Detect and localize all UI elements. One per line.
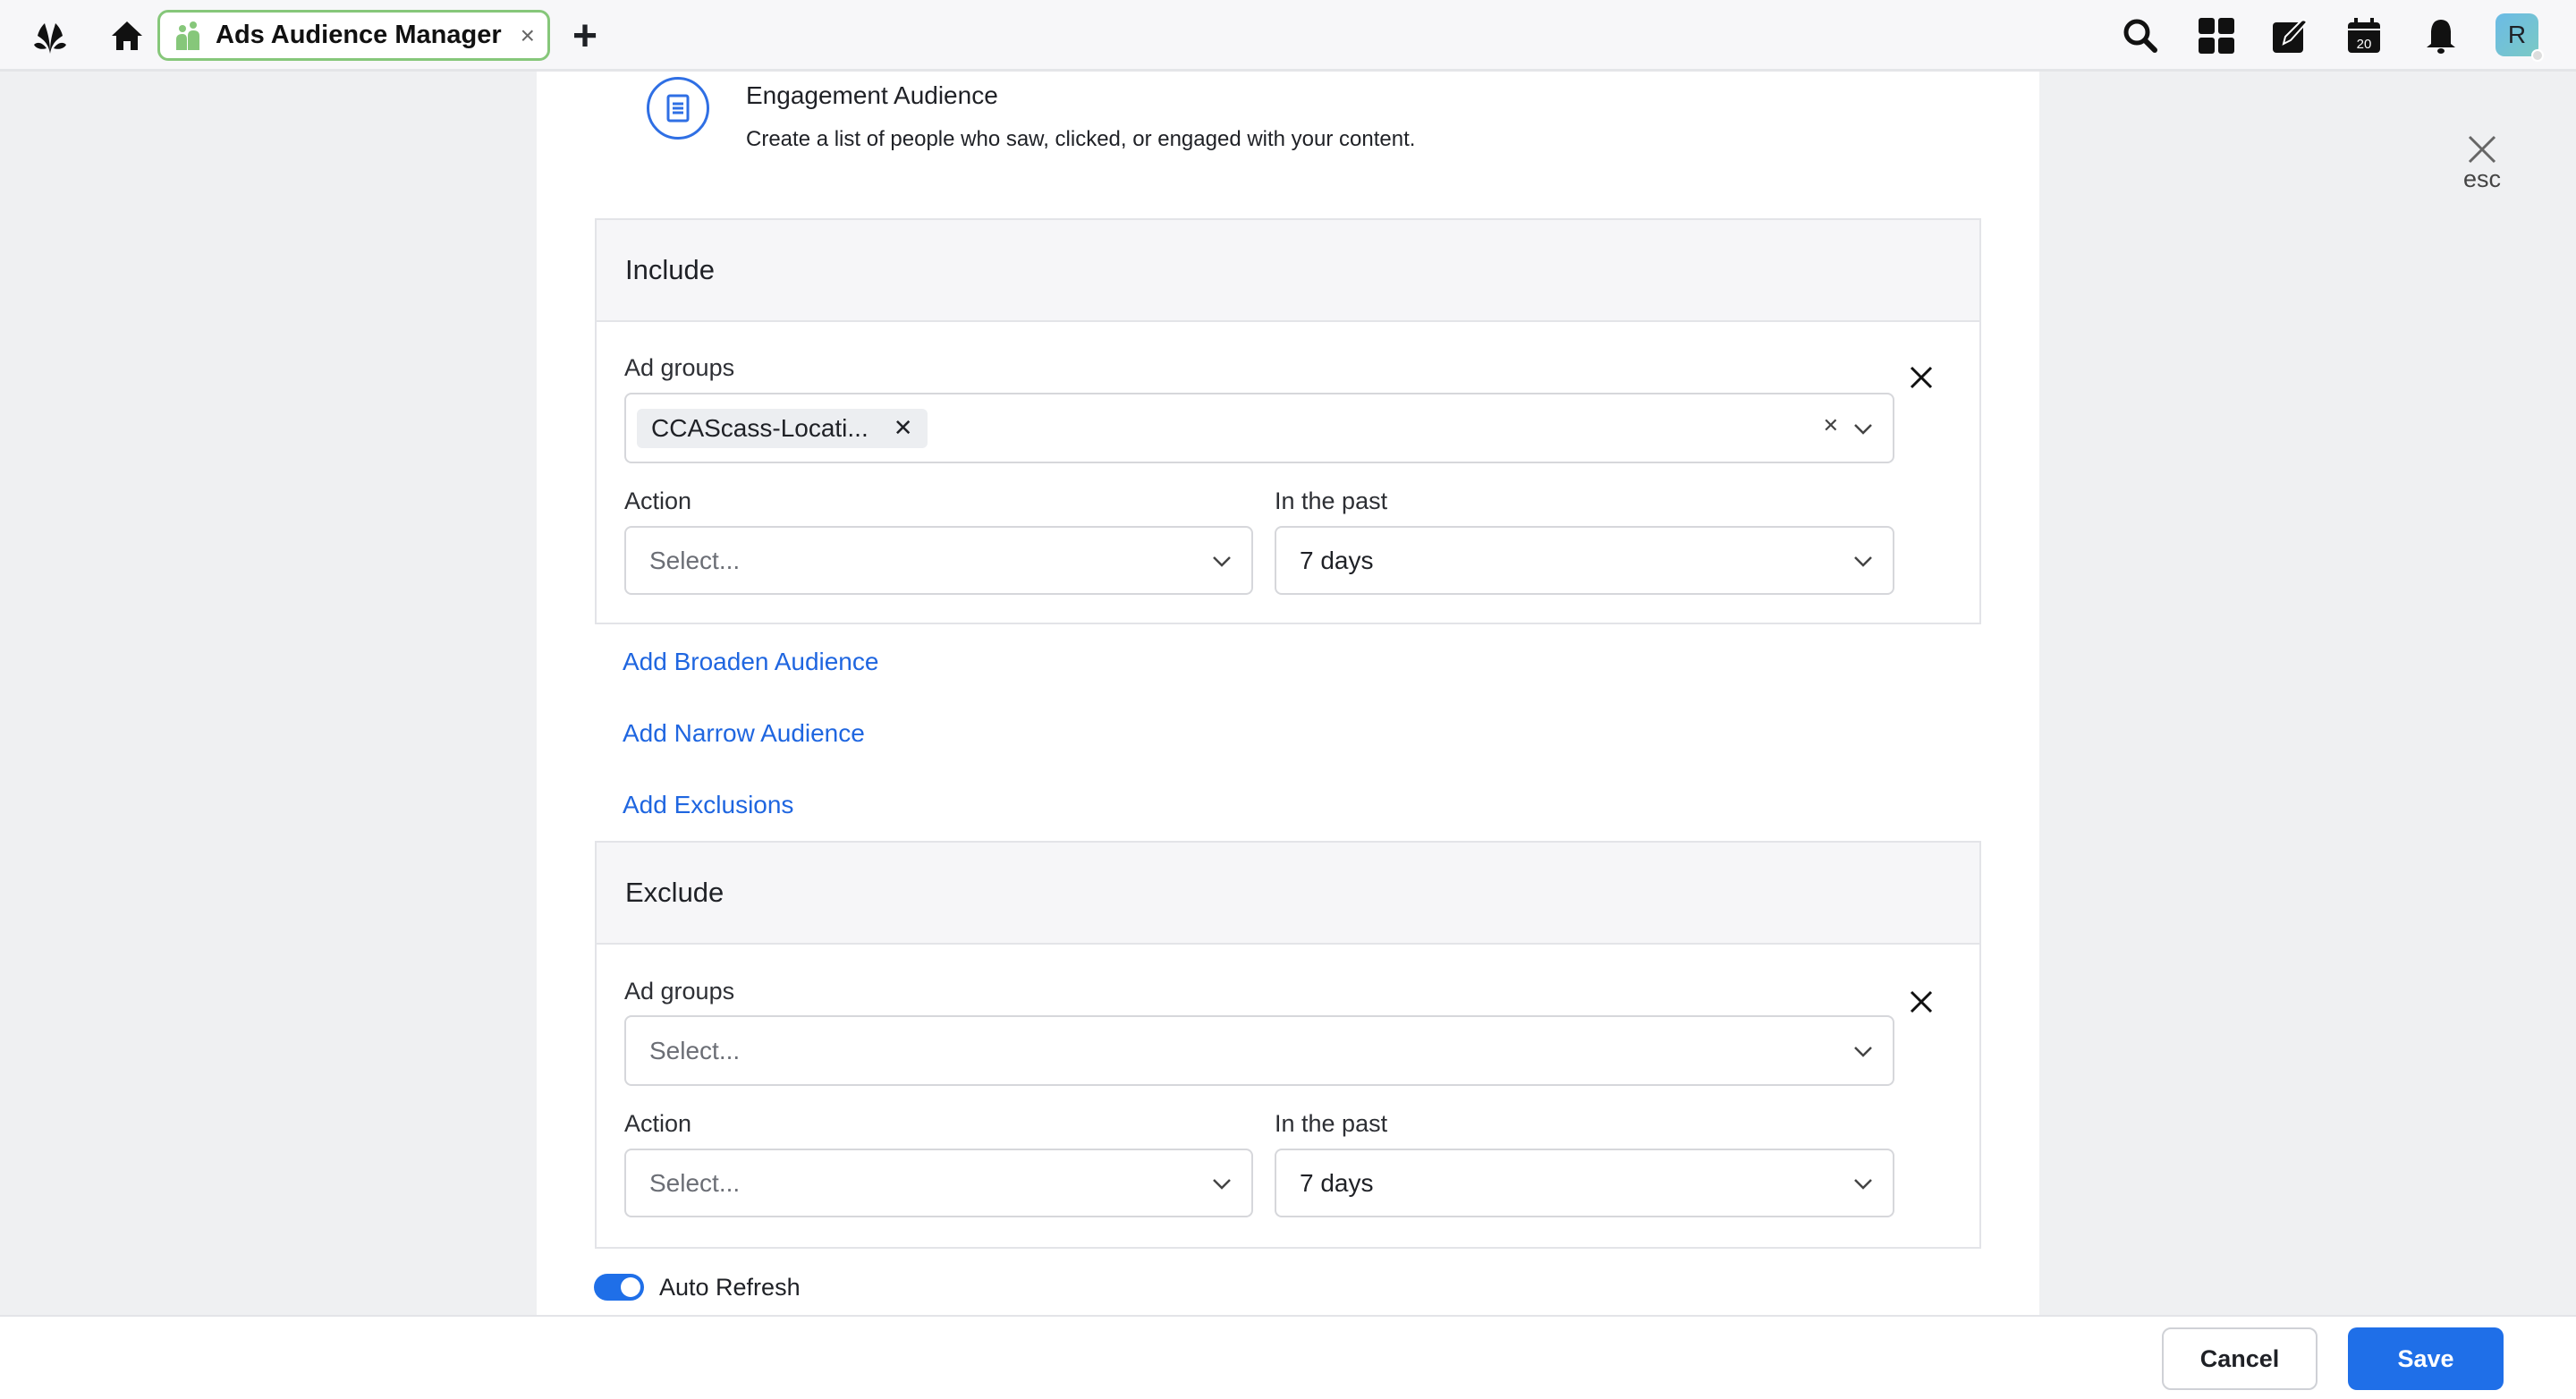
chevron-down-icon — [1213, 1178, 1231, 1190]
exclude-ad-groups-label: Ad groups — [624, 978, 735, 1005]
document-icon — [647, 77, 709, 140]
ad-group-chip: CCAScass-Locati... ✕ — [637, 408, 928, 448]
include-action-label: Action — [624, 488, 692, 514]
save-button[interactable]: Save — [2348, 1327, 2504, 1390]
exclude-action-select[interactable]: Select... — [624, 1149, 1253, 1217]
add-exclusions-link[interactable]: Add Exclusions — [623, 791, 793, 819]
esc-button[interactable]: esc — [2455, 134, 2509, 193]
chevron-down-icon[interactable] — [1853, 420, 1873, 437]
logo-icon[interactable] — [30, 16, 70, 55]
home-icon[interactable] — [107, 16, 147, 55]
close-icon — [2468, 135, 2496, 164]
exclude-ad-groups-placeholder: Select... — [649, 1036, 741, 1064]
page-description: Create a list of people who saw, clicked… — [746, 127, 1416, 151]
include-action-select[interactable]: Select... — [624, 526, 1253, 595]
exclude-ad-groups-select[interactable]: Select... — [624, 1015, 1894, 1086]
bell-icon[interactable] — [2421, 16, 2461, 55]
exclude-action-label: Action — [624, 1110, 692, 1137]
chevron-down-icon — [1854, 1046, 1872, 1057]
toggle-knob — [621, 1277, 640, 1297]
avatar-initial: R — [2507, 21, 2527, 48]
include-past-value: 7 days — [1300, 546, 1374, 574]
chevron-down-icon — [1854, 555, 1872, 567]
include-title: Include — [597, 220, 1979, 322]
new-tab-button[interactable]: + — [565, 13, 605, 60]
exclude-past-select[interactable]: 7 days — [1275, 1149, 1894, 1217]
grid-icon[interactable] — [2197, 16, 2236, 55]
search-icon[interactable] — [2121, 16, 2160, 55]
esc-label: esc — [2462, 165, 2502, 192]
exclude-past-value: 7 days — [1300, 1168, 1374, 1197]
exclude-past-label: In the past — [1275, 1110, 1388, 1137]
include-ad-groups-label: Ad groups — [624, 354, 735, 381]
chevron-down-icon — [1213, 555, 1231, 567]
remove-include-icon[interactable] — [1909, 363, 1934, 398]
remove-exclude-icon[interactable] — [1909, 988, 1934, 1022]
tab-title: Ads Audience Manager — [216, 21, 502, 49]
audience-icon — [176, 21, 199, 50]
cancel-button[interactable]: Cancel — [2162, 1327, 2318, 1390]
chevron-down-icon — [1854, 1178, 1872, 1190]
exclude-action-placeholder: Select... — [649, 1168, 741, 1197]
auto-refresh-toggle[interactable] — [594, 1274, 644, 1301]
page-title: Engagement Audience — [746, 81, 998, 109]
include-past-select[interactable]: 7 days — [1275, 526, 1894, 595]
include-action-placeholder: Select... — [649, 546, 741, 574]
tab-close-icon[interactable]: × — [521, 21, 535, 50]
add-broaden-audience-link[interactable]: Add Broaden Audience — [623, 648, 878, 676]
exclude-title: Exclude — [597, 843, 1979, 945]
avatar[interactable]: R — [2496, 13, 2544, 62]
add-narrow-audience-link[interactable]: Add Narrow Audience — [623, 719, 865, 748]
footer: Cancel Save — [0, 1315, 2576, 1399]
ad-group-chip-label: CCAScass-Locati... — [651, 413, 869, 442]
status-dot — [2531, 49, 2544, 62]
edit-icon[interactable] — [2271, 16, 2310, 55]
include-ad-groups-select[interactable]: CCAScass-Locati... ✕ ✕ — [624, 393, 1894, 463]
chip-remove-icon[interactable]: ✕ — [894, 414, 913, 442]
tab-ads-audience-manager[interactable]: Ads Audience Manager × — [157, 10, 550, 61]
include-past-label: In the past — [1275, 488, 1388, 514]
auto-refresh-label: Auto Refresh — [659, 1274, 801, 1301]
clear-icon[interactable]: ✕ — [1823, 414, 1839, 437]
top-bar: Ads Audience Manager × + 20 R — [0, 0, 2576, 72]
calendar-day: 20 — [2357, 37, 2372, 52]
calendar-icon[interactable]: 20 — [2346, 16, 2385, 55]
